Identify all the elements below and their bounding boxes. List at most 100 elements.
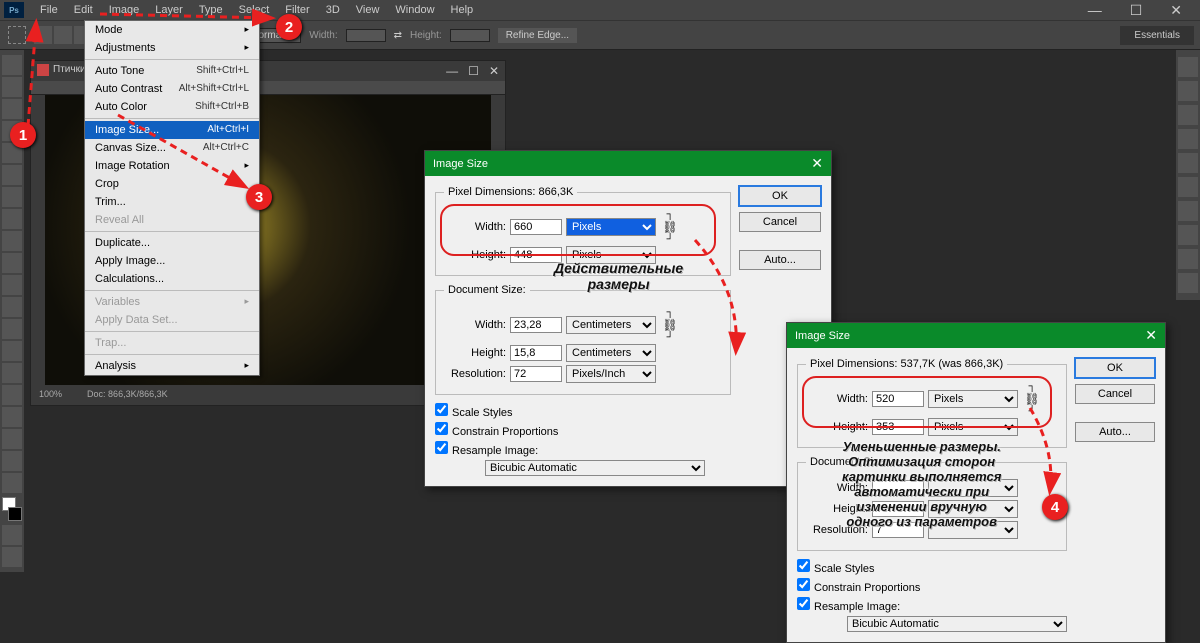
color-swatches[interactable] <box>2 497 22 521</box>
px-height-unit[interactable]: Pixels <box>566 246 656 264</box>
px-height-input[interactable] <box>872 419 924 435</box>
doc-close-icon[interactable]: ✕ <box>489 64 499 78</box>
doc-width-unit[interactable]: Centimeters <box>566 316 656 334</box>
ok-button[interactable]: OK <box>739 186 821 206</box>
cancel-button[interactable]: Cancel <box>1075 384 1155 404</box>
resample-checkbox[interactable] <box>435 441 448 454</box>
doc-min-icon[interactable]: — <box>446 64 458 78</box>
marquee-tool-icon[interactable] <box>2 77 22 97</box>
menu-window[interactable]: Window <box>387 2 442 18</box>
px-width-input[interactable] <box>872 391 924 407</box>
panel-icon[interactable] <box>1178 225 1198 245</box>
eyedropper-tool-icon[interactable] <box>2 165 22 185</box>
workspace-essentials[interactable]: Essentials <box>1120 26 1194 45</box>
px-width-input[interactable] <box>510 219 562 235</box>
doc-height-unit[interactable] <box>928 500 1018 518</box>
resolution-input[interactable] <box>872 522 924 538</box>
px-width-unit[interactable]: Pixels <box>928 390 1018 408</box>
swap-icon[interactable]: ⇄ <box>394 30 402 41</box>
move-tool-icon[interactable] <box>2 55 22 75</box>
dialog-titlebar[interactable]: Image Size ✕ <box>425 151 831 176</box>
menu-select[interactable]: Select <box>231 2 278 18</box>
scale-styles-checkbox[interactable] <box>435 403 448 416</box>
menu-item[interactable]: Auto ToneShift+Ctrl+L <box>85 62 259 80</box>
menu-image[interactable]: Image <box>101 2 148 18</box>
refine-edge-button[interactable]: Refine Edge... <box>498 28 577 43</box>
doc-width-input[interactable] <box>510 317 562 333</box>
doc-height-input[interactable] <box>872 501 924 517</box>
menu-item[interactable]: Image Size...Alt+Ctrl+I <box>85 121 259 139</box>
dialog-close-icon[interactable]: ✕ <box>1145 327 1157 344</box>
lasso-tool-icon[interactable] <box>2 99 22 119</box>
panel-icon[interactable] <box>1178 57 1198 77</box>
px-height-unit[interactable]: Pixels <box>928 418 1018 436</box>
constrain-checkbox[interactable] <box>435 422 448 435</box>
menu-layer[interactable]: Layer <box>147 2 191 18</box>
ok-button[interactable]: OK <box>1075 358 1155 378</box>
eraser-tool-icon[interactable] <box>2 275 22 295</box>
heal-tool-icon[interactable] <box>2 187 22 207</box>
link-icon[interactable]: ⛓ <box>1022 381 1042 417</box>
minimize-icon[interactable]: — <box>1080 0 1110 21</box>
gradient-tool-icon[interactable] <box>2 297 22 317</box>
panel-icon[interactable] <box>1178 177 1198 197</box>
shape-tool-icon[interactable] <box>2 429 22 449</box>
maximize-icon[interactable]: ☐ <box>1122 0 1151 21</box>
menu-help[interactable]: Help <box>443 2 482 18</box>
menu-item[interactable]: Canvas Size...Alt+Ctrl+C <box>85 139 259 157</box>
dialog-titlebar[interactable]: Image Size ✕ <box>787 323 1165 348</box>
menu-file[interactable]: File <box>32 2 66 18</box>
link-icon[interactable]: ⛓ <box>660 209 680 245</box>
blur-tool-icon[interactable] <box>2 319 22 339</box>
constrain-checkbox[interactable] <box>797 578 810 591</box>
panel-icon[interactable] <box>1178 249 1198 269</box>
panel-icon[interactable] <box>1178 201 1198 221</box>
panel-icon[interactable] <box>1178 153 1198 173</box>
zoom-level[interactable]: 100% <box>39 389 62 399</box>
auto-button[interactable]: Auto... <box>739 250 821 270</box>
panel-icon[interactable] <box>1178 129 1198 149</box>
resample-method-select[interactable]: Bicubic Automatic <box>847 616 1067 632</box>
doc-max-icon[interactable]: ☐ <box>468 64 479 78</box>
width-input[interactable] <box>346 29 386 42</box>
brush-tool-icon[interactable] <box>2 209 22 229</box>
path-tool-icon[interactable] <box>2 407 22 427</box>
menu-item[interactable]: Analysis <box>85 357 259 375</box>
scale-styles-checkbox[interactable] <box>797 559 810 572</box>
menu-item[interactable]: Auto ColorShift+Ctrl+B <box>85 98 259 116</box>
resample-method-select[interactable]: Bicubic Automatic <box>485 460 705 476</box>
zoom-tool-icon[interactable] <box>2 473 22 493</box>
menu-item[interactable]: Mode <box>85 21 259 39</box>
link-icon[interactable]: ⛓ <box>660 307 680 343</box>
menu-item[interactable]: Apply Image... <box>85 252 259 270</box>
resolution-input[interactable] <box>510 366 562 382</box>
px-width-unit[interactable]: Pixels <box>566 218 656 236</box>
px-height-input[interactable] <box>510 247 562 263</box>
close-icon[interactable]: ✕ <box>1162 0 1190 21</box>
type-tool-icon[interactable] <box>2 385 22 405</box>
history-brush-tool-icon[interactable] <box>2 253 22 273</box>
resample-checkbox[interactable] <box>797 597 810 610</box>
dialog-close-icon[interactable]: ✕ <box>811 155 823 172</box>
menu-item[interactable]: Calculations... <box>85 270 259 288</box>
resolution-unit[interactable]: Pixels/Inch <box>566 365 656 383</box>
cancel-button[interactable]: Cancel <box>739 212 821 232</box>
menu-item[interactable]: Adjustments <box>85 39 259 57</box>
panel-icon[interactable] <box>1178 81 1198 101</box>
menu-item[interactable]: Crop <box>85 175 259 193</box>
menu-item[interactable]: Auto ContrastAlt+Shift+Ctrl+L <box>85 80 259 98</box>
menu-item[interactable]: Image Rotation <box>85 157 259 175</box>
doc-height-input[interactable] <box>510 345 562 361</box>
menu-type[interactable]: Type <box>191 2 231 18</box>
height-input[interactable] <box>450 29 490 42</box>
doc-width-unit[interactable] <box>928 479 1018 497</box>
stamp-tool-icon[interactable] <box>2 231 22 251</box>
menu-item[interactable]: Trim... <box>85 193 259 211</box>
quickmask-icon[interactable] <box>2 525 22 545</box>
screenmode-icon[interactable] <box>2 547 22 567</box>
auto-button[interactable]: Auto... <box>1075 422 1155 442</box>
menu-3d[interactable]: 3D <box>318 2 348 18</box>
doc-height-unit[interactable]: Centimeters <box>566 344 656 362</box>
menu-item[interactable]: Duplicate... <box>85 234 259 252</box>
marquee-tool-icon[interactable] <box>8 26 26 44</box>
